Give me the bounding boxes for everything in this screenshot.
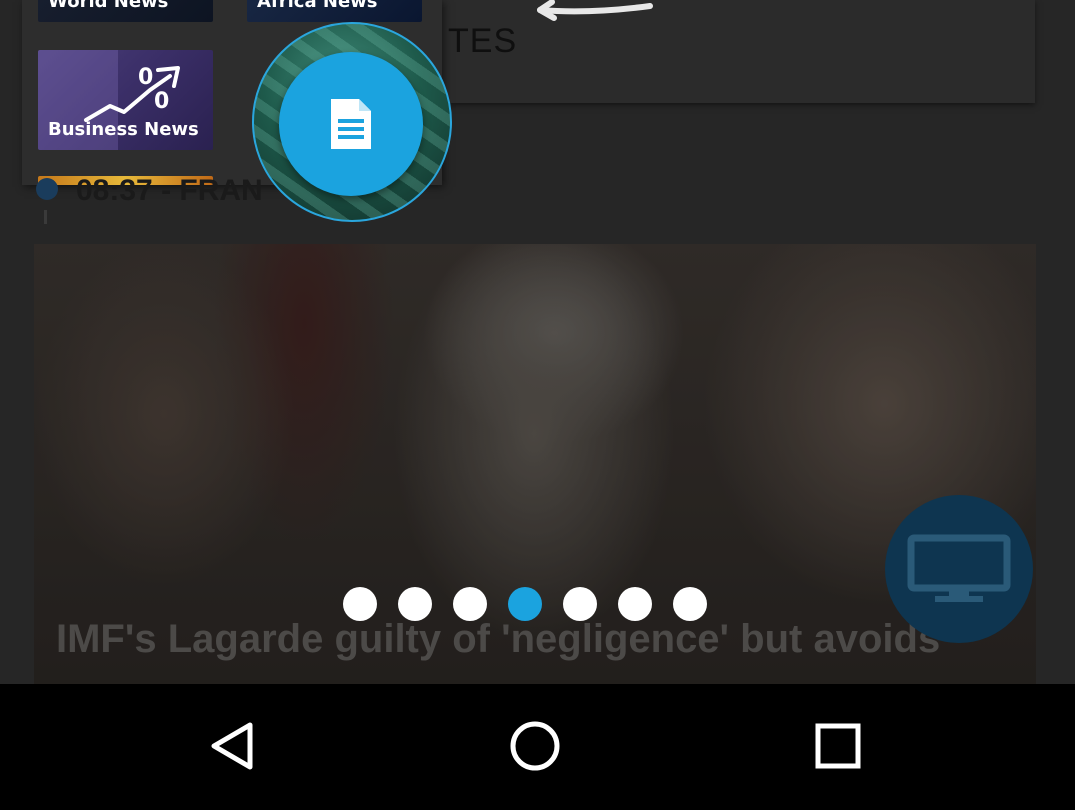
clock-icon — [36, 178, 58, 200]
back-button[interactable] — [203, 716, 263, 776]
top-card-title: TES — [448, 22, 518, 60]
svg-text:0: 0 — [138, 65, 153, 90]
tile-world-news[interactable]: World News — [38, 0, 213, 22]
page-dot-active[interactable] — [508, 587, 542, 621]
tile-africa-news[interactable]: Africa News — [247, 0, 422, 22]
tile-world-news-label: World News — [48, 0, 169, 12]
page-dot[interactable] — [398, 587, 432, 621]
home-icon — [510, 721, 560, 771]
tv-icon — [907, 534, 1011, 602]
svg-text:0: 0 — [154, 89, 169, 114]
time-text: 08:37 - FRAN — [76, 174, 263, 207]
tile-business-news[interactable]: 0 0 Business News — [38, 50, 213, 150]
page-dot[interactable] — [673, 587, 707, 621]
app-screen: TES World News Africa News 0 0 Business … — [0, 0, 1075, 810]
page-dot[interactable] — [618, 587, 652, 621]
tile-africa-news-label: Africa News — [257, 0, 378, 12]
document-button[interactable] — [279, 52, 423, 196]
home-button[interactable] — [505, 716, 565, 776]
page-dot[interactable] — [453, 587, 487, 621]
recent-apps-icon — [815, 723, 861, 769]
recent-apps-button[interactable] — [808, 716, 868, 776]
document-icon — [331, 99, 371, 149]
page-dot[interactable] — [343, 587, 377, 621]
system-nav-bar — [0, 684, 1075, 810]
article-headline: IMF's Lagarde guilty of 'negligence' but… — [56, 617, 941, 661]
page-indicator — [343, 587, 707, 621]
tile-business-news-label: Business News — [48, 119, 199, 140]
live-tv-button[interactable] — [885, 495, 1033, 643]
swipe-arrow-icon — [537, 0, 653, 21]
divider — [44, 210, 47, 224]
back-icon — [211, 722, 253, 770]
page-dot[interactable] — [563, 587, 597, 621]
